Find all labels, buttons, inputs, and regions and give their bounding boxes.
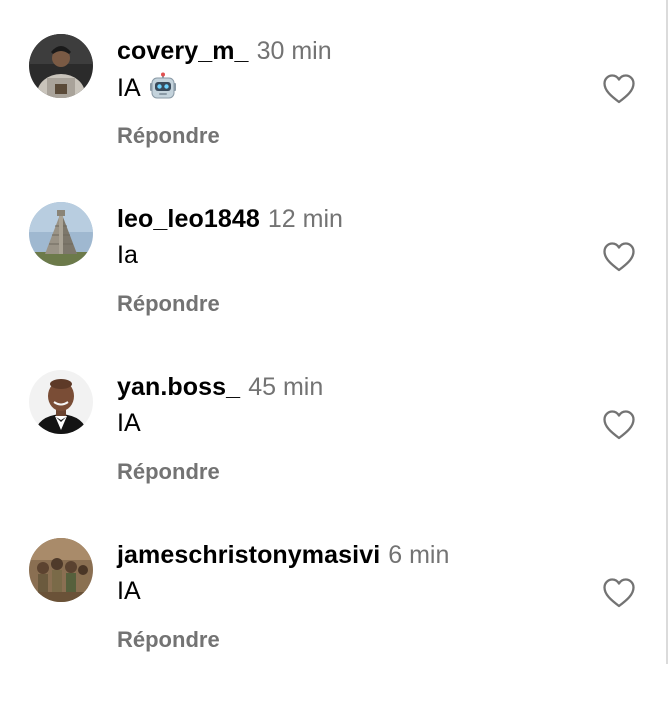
reply-button[interactable]: Répondre bbox=[117, 459, 220, 485]
comment-time: 45 min bbox=[248, 373, 324, 401]
avatar[interactable] bbox=[29, 34, 93, 98]
comment-item: covery_m_ 30 min IA Répondre bbox=[0, 34, 668, 202]
comment-text-content: IA bbox=[117, 74, 141, 102]
avatar-image bbox=[29, 370, 93, 434]
comment-text-content: IA bbox=[117, 577, 141, 605]
comment-item: yan.boss_ 45 min IA Répondre bbox=[0, 370, 668, 538]
avatar[interactable] bbox=[29, 538, 93, 602]
comment-text-content: IA bbox=[117, 409, 141, 437]
username-link[interactable]: covery_m_ bbox=[117, 37, 249, 65]
comment-time: 12 min bbox=[267, 205, 343, 233]
like-button[interactable] bbox=[602, 409, 636, 441]
heart-outline-icon bbox=[603, 410, 635, 440]
avatar-image bbox=[29, 538, 93, 602]
like-button[interactable] bbox=[602, 73, 636, 105]
comment-text: IA bbox=[117, 408, 141, 438]
comment-text: Ia bbox=[117, 240, 138, 270]
comment-time: 6 min bbox=[388, 541, 450, 569]
comment-time: 30 min bbox=[256, 37, 332, 65]
username-link[interactable]: leo_leo1848 bbox=[117, 205, 260, 233]
comment-text-content: Ia bbox=[117, 241, 138, 269]
comment-header: covery_m_ 30 min bbox=[117, 34, 332, 68]
comment-item: leo_leo1848 12 min Ia Répondre bbox=[0, 202, 668, 370]
username-link[interactable]: jameschristonymasivi bbox=[117, 541, 380, 569]
avatar[interactable] bbox=[29, 202, 93, 266]
comment-text: IA bbox=[117, 72, 177, 103]
comment-text: IA bbox=[117, 576, 141, 606]
robot-emoji-icon bbox=[149, 72, 176, 99]
comment-item: jameschristonymasivi 6 min IA Répondre bbox=[0, 538, 668, 706]
like-button[interactable] bbox=[602, 241, 636, 273]
avatar[interactable] bbox=[29, 370, 93, 434]
like-button[interactable] bbox=[602, 577, 636, 609]
comment-header: jameschristonymasivi 6 min bbox=[117, 538, 449, 572]
avatar-image bbox=[29, 34, 93, 98]
reply-button[interactable]: Répondre bbox=[117, 627, 220, 653]
reply-button[interactable]: Répondre bbox=[117, 123, 220, 149]
comment-header: leo_leo1848 12 min bbox=[117, 202, 343, 236]
heart-outline-icon bbox=[603, 242, 635, 272]
heart-outline-icon bbox=[603, 578, 635, 608]
reply-button[interactable]: Répondre bbox=[117, 291, 220, 317]
comment-header: yan.boss_ 45 min bbox=[117, 370, 323, 404]
heart-outline-icon bbox=[603, 74, 635, 104]
avatar-image bbox=[29, 202, 93, 266]
username-link[interactable]: yan.boss_ bbox=[117, 373, 240, 401]
